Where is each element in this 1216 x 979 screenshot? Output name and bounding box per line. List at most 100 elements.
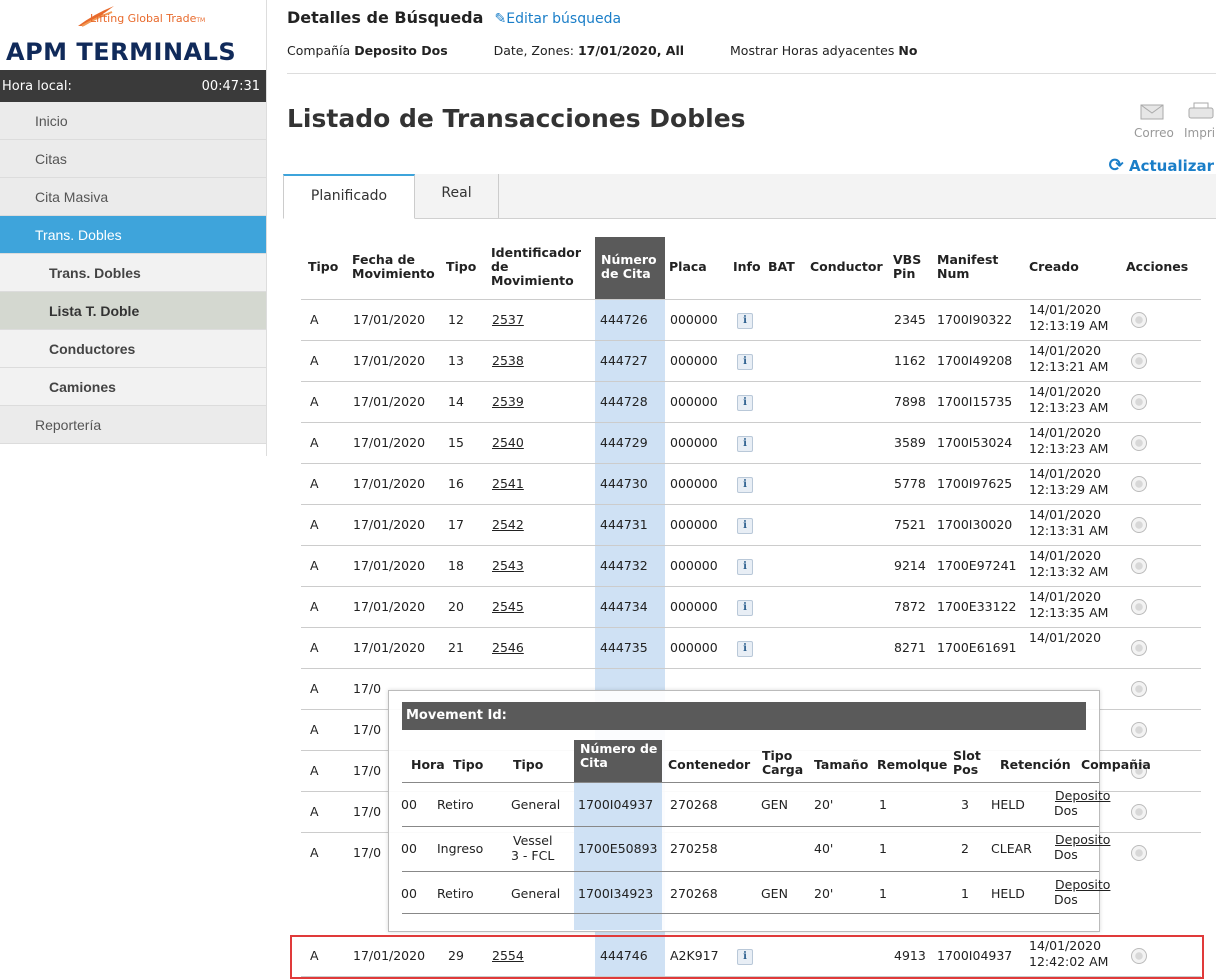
refresh-button[interactable]: ⟳ Actualizar <box>1109 155 1214 176</box>
cell-fecha: 17/01/2020 <box>353 599 426 614</box>
action-radio-icon[interactable] <box>1131 640 1147 656</box>
header-info: Info <box>733 260 761 274</box>
popup-cell-remolque: 1 <box>879 886 887 901</box>
tab-planificado[interactable]: Planificado <box>283 174 415 219</box>
print-label: Impri <box>1184 126 1216 140</box>
popup-cell-tipo2-b: 3 - FCL <box>511 848 555 863</box>
cell-placa: 000000 <box>670 476 718 491</box>
header-creado-line: Creado <box>1029 259 1079 274</box>
cell-fecha: 17/0 <box>353 722 382 737</box>
logo-brand: APM TERMINALS <box>6 38 237 66</box>
popup-cell-compania-2: Dos <box>1054 847 1078 862</box>
action-radio-icon[interactable] <box>1131 312 1147 328</box>
row-divider <box>301 381 1201 382</box>
action-radio-icon[interactable] <box>1131 681 1147 697</box>
cell-identificador-link[interactable]: 2545 <box>492 599 524 614</box>
action-radio-icon[interactable] <box>1131 476 1147 492</box>
tab-real[interactable]: Real <box>415 174 499 218</box>
info-icon[interactable]: i <box>737 518 753 534</box>
action-radio-icon[interactable] <box>1131 599 1147 615</box>
action-radio-icon[interactable] <box>1131 804 1147 820</box>
cell-identificador-link[interactable]: 2537 <box>492 312 524 327</box>
popup-cell-hora: 00 <box>401 841 417 856</box>
info-icon[interactable]: i <box>737 600 753 616</box>
header-ident-line: Movimiento <box>491 273 574 288</box>
nav-citas[interactable]: Citas <box>0 140 266 178</box>
popup-cell-numero-cita: 1700E50893 <box>578 841 658 856</box>
cell-fecha: 17/01/2020 <box>353 394 426 409</box>
action-radio-icon[interactable] <box>1131 722 1147 738</box>
cell-manifest: 1700E97241 <box>937 558 1017 573</box>
nav-sub-camiones[interactable]: Camiones <box>0 368 266 406</box>
header-num-line: de Cita <box>601 266 651 281</box>
cell-vbs-pin: 7872 <box>894 599 926 614</box>
info-icon[interactable]: i <box>737 641 753 657</box>
popup-cell-slot: 1 <box>961 886 969 901</box>
nav-reporteria[interactable]: Reportería <box>0 406 266 444</box>
cell-placa: 000000 <box>670 599 718 614</box>
info-icon[interactable]: i <box>737 477 753 493</box>
action-radio-icon[interactable] <box>1131 517 1147 533</box>
popup-cell-tipo: Ingreso <box>437 841 484 856</box>
adjacent-hours-label: Mostrar Horas adyacentes <box>730 43 895 58</box>
cell-tipo: A <box>310 845 319 860</box>
cell-creado-time: 12:13:19 AM <box>1029 318 1109 333</box>
nav-cita-masiva[interactable]: Cita Masiva <box>0 178 266 216</box>
info-icon[interactable]: i <box>737 395 753 411</box>
cell-identificador-link[interactable]: 2538 <box>492 353 524 368</box>
header-divider <box>287 73 1216 74</box>
info-icon[interactable]: i <box>737 559 753 575</box>
print-button[interactable]: Impri <box>1182 100 1216 146</box>
popup-cell-tipo-carga: GEN <box>761 797 788 812</box>
cell-fecha: 17/0 <box>353 804 382 819</box>
nav-trans-dobles[interactable]: Trans. Dobles <box>0 216 266 254</box>
info-icon[interactable]: i <box>737 354 753 370</box>
header-placa: Placa <box>669 260 707 274</box>
action-radio-icon[interactable] <box>1131 558 1147 574</box>
cell-identificador-link[interactable]: 2542 <box>492 517 524 532</box>
action-radio-icon[interactable] <box>1131 353 1147 369</box>
cell-numero-cita: 444730 <box>600 476 648 491</box>
header-creado: Creado <box>1029 260 1079 274</box>
row-divider <box>301 545 1201 546</box>
date-value: 17/01/2020, All <box>577 43 685 58</box>
cell-creado-time: 12:13:32 AM <box>1029 564 1109 579</box>
apm-terminals-logo[interactable]: Lifting Global TradeTM APM TERMINALS <box>0 0 266 70</box>
cell-placa: 000000 <box>670 558 718 573</box>
cell-fecha: 17/01/2020 <box>353 476 426 491</box>
cell-creado-date: 14/01/2020 <box>1029 507 1102 522</box>
search-details-title: Detalles de Búsqueda <box>287 8 484 27</box>
cell-placa: 000000 <box>670 517 718 532</box>
search-details: Detalles de Búsqueda ✎Editar búsqueda <box>287 8 621 27</box>
edit-search-link[interactable]: ✎Editar búsqueda <box>495 11 622 27</box>
info-icon[interactable]: i <box>737 436 753 452</box>
header-acciones: Acciones <box>1126 260 1188 274</box>
cell-numero-cita: 444734 <box>600 599 648 614</box>
action-radio-icon[interactable] <box>1131 394 1147 410</box>
cell-tipo: A <box>310 312 319 327</box>
nav-inicio[interactable]: Inicio <box>0 102 266 140</box>
nav-sub-lista-t-doble[interactable]: Lista T. Doble <box>0 292 266 330</box>
cell-identificador-link[interactable]: 2540 <box>492 435 524 450</box>
popup-cell-compania-1: Deposito <box>1055 877 1111 892</box>
cell-manifest: 1700I49208 <box>937 353 1013 368</box>
cell-manifest: 1700I97625 <box>937 476 1013 491</box>
email-label: Correo <box>1134 126 1174 140</box>
row-divider <box>301 463 1201 464</box>
cell-identificador-link[interactable]: 2541 <box>492 476 524 491</box>
action-radio-icon[interactable] <box>1131 435 1147 451</box>
nav-sub-conductores[interactable]: Conductores <box>0 330 266 368</box>
cell-creado-time: 12:13:31 AM <box>1029 523 1109 538</box>
cell-identificador-link[interactable]: 2543 <box>492 558 524 573</box>
action-radio-icon[interactable] <box>1131 845 1147 861</box>
popup-header-contenedor-line: Contenedor <box>668 757 751 772</box>
info-icon[interactable]: i <box>737 313 753 329</box>
popup-cell-numero-cita: 1700I34923 <box>578 886 654 901</box>
cell-identificador-link[interactable]: 2539 <box>492 394 524 409</box>
email-button[interactable]: Correo <box>1134 100 1184 146</box>
nav-sub-trans-dobles[interactable]: Trans. Dobles <box>0 254 266 292</box>
popup-cell-tipo2-a: Vessel <box>513 833 553 848</box>
cell-fecha: 17/01/2020 <box>353 640 426 655</box>
popup-header-carga-line: Carga <box>762 762 804 777</box>
cell-identificador-link[interactable]: 2546 <box>492 640 524 655</box>
